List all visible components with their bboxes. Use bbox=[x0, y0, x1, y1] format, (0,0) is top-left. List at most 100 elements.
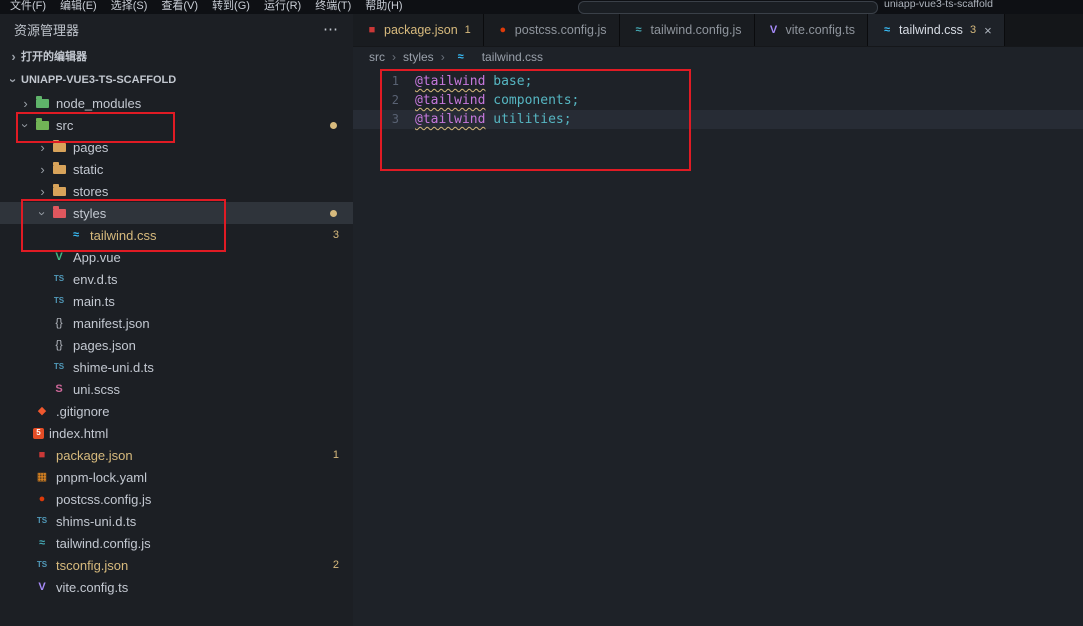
tree-item-main-ts[interactable]: TSmain.ts bbox=[0, 290, 353, 312]
menu-item-r[interactable]: 运行(R) bbox=[264, 0, 301, 13]
tree-item-label: index.html bbox=[49, 426, 108, 441]
breadcrumb: src›styles›≈tailwind.css bbox=[353, 46, 1083, 68]
tree-item-pages[interactable]: ›pages bbox=[0, 136, 353, 158]
json-icon: {} bbox=[50, 318, 68, 329]
code-line: 2@tailwind components; bbox=[353, 91, 1083, 110]
tree-item-label: shims-uni.d.ts bbox=[56, 514, 136, 529]
vite-icon: V bbox=[33, 582, 51, 593]
code-line: 3@tailwind utilities; bbox=[353, 110, 1083, 129]
tree-item-label: static bbox=[73, 162, 103, 177]
ts-icon: TS bbox=[33, 517, 51, 525]
tree-item-label: tsconfig.json bbox=[56, 558, 128, 573]
modified-dot bbox=[330, 122, 337, 129]
tree-item-styles[interactable]: ›styles bbox=[0, 202, 353, 224]
chevron-down-icon: › bbox=[19, 118, 32, 133]
tree-item-postcss-config-js[interactable]: ●postcss.config.js bbox=[0, 488, 353, 510]
tab-label: vite.config.ts bbox=[786, 23, 855, 37]
tree-item-pages-json[interactable]: {}pages.json bbox=[0, 334, 353, 356]
tree-item-static[interactable]: ›static bbox=[0, 158, 353, 180]
more-actions-icon[interactable]: ⋯ bbox=[323, 20, 339, 38]
tree-item-label: pages bbox=[73, 140, 108, 155]
tree-item-label: postcss.config.js bbox=[56, 492, 151, 507]
code-editor[interactable]: 1@tailwind base;2@tailwind components;3@… bbox=[353, 68, 1083, 626]
breadcrumb-item-src[interactable]: src bbox=[369, 50, 385, 64]
ts-icon: TS bbox=[33, 561, 51, 569]
modified-dot bbox=[330, 210, 337, 217]
tab-tailwind-css[interactable]: ≈tailwind.css3× bbox=[868, 14, 1005, 46]
tree-item-index-html[interactable]: 5index.html bbox=[0, 422, 353, 444]
tree-item-label: pnpm-lock.yaml bbox=[56, 470, 147, 485]
code-token-value: components; bbox=[485, 91, 579, 110]
tree-item-label: manifest.json bbox=[73, 316, 150, 331]
menu-item-s[interactable]: 选择(S) bbox=[111, 0, 148, 13]
problems-badge: 1 bbox=[333, 449, 339, 461]
vite-icon: V bbox=[767, 25, 781, 36]
file-tree: ›node_modules › src ›pages›static›stores›st… bbox=[0, 92, 353, 598]
folder-icon bbox=[50, 187, 68, 196]
code-token-value: base; bbox=[485, 72, 532, 91]
menu-item-v[interactable]: 查看(V) bbox=[161, 0, 198, 13]
ts-icon: TS bbox=[50, 363, 68, 371]
tree-item-label: vite.config.ts bbox=[56, 580, 128, 595]
line-number: 1 bbox=[353, 72, 415, 91]
tree-item-uni-scss[interactable]: Suni.scss bbox=[0, 378, 353, 400]
tab-vite-config-ts[interactable]: Vvite.config.ts bbox=[755, 14, 868, 46]
tree-item-label: App.vue bbox=[73, 250, 121, 265]
tree-item-stores[interactable]: ›stores bbox=[0, 180, 353, 202]
tree-item-label: stores bbox=[73, 184, 108, 199]
tree-item-label: .gitignore bbox=[56, 404, 109, 419]
tab-label: tailwind.css bbox=[899, 23, 963, 37]
tree-item-label: tailwind.config.js bbox=[56, 536, 151, 551]
tree-item-tailwind-config-js[interactable]: ≈tailwind.config.js bbox=[0, 532, 353, 554]
breadcrumb-item-styles[interactable]: styles bbox=[403, 50, 434, 64]
chevron-right-icon: › bbox=[6, 50, 21, 63]
breadcrumb-item-tailwind-css[interactable]: tailwind.css bbox=[482, 50, 543, 64]
tree-item-src[interactable]: › src bbox=[0, 114, 353, 136]
menu-item-e[interactable]: 编辑(E) bbox=[60, 0, 97, 13]
menu-item-f[interactable]: 文件(F) bbox=[10, 0, 46, 13]
tree-item-shims-uni-d-ts[interactable]: TS shims-uni.d.ts bbox=[0, 510, 353, 532]
code-token-directive: @tailwind bbox=[415, 72, 485, 91]
pnpm-icon: ▦ bbox=[33, 472, 51, 483]
tailwind-icon: ≈ bbox=[67, 230, 85, 241]
tree-item-label: uni.scss bbox=[73, 382, 120, 397]
tree-item-gitignore[interactable]: ◆ .gitignore bbox=[0, 400, 353, 422]
tree-item-shime-uni-d-ts[interactable]: TSshime-uni.d.ts bbox=[0, 356, 353, 378]
tree-item-pnpm-lock-yaml[interactable]: ▦ pnpm-lock.yaml bbox=[0, 466, 353, 488]
close-icon[interactable]: × bbox=[984, 23, 992, 38]
tree-item-label: tailwind.css bbox=[90, 228, 156, 243]
tree-item-tailwind-css[interactable]: ≈ tailwind.css 3 bbox=[0, 224, 353, 246]
tree-item-env-d-ts[interactable]: TSenv.d.ts bbox=[0, 268, 353, 290]
tree-item-label: pages.json bbox=[73, 338, 136, 353]
tree-item-tsconfig-json[interactable]: TStsconfig.json2 bbox=[0, 554, 353, 576]
code-token-directive: @tailwind bbox=[415, 91, 485, 110]
line-number: 3 bbox=[353, 110, 415, 129]
project-section-header[interactable]: › UNIAPP-VUE3-TS-SCAFFOLD bbox=[0, 68, 353, 92]
menu-item-g[interactable]: 转到(G) bbox=[212, 0, 250, 13]
folder-icon bbox=[33, 121, 51, 130]
command-center[interactable] bbox=[578, 1, 878, 14]
tab-postcss-config-js[interactable]: ●postcss.config.js bbox=[484, 14, 620, 46]
problems-badge: 3 bbox=[333, 229, 339, 241]
menu-item-h[interactable]: 帮助(H) bbox=[365, 0, 402, 13]
title-bar: 文件(F) 编辑(E) 选择(S) 查看(V) 转到(G) 运行(R) 终端(T) 帮助(H)… bbox=[0, 0, 1083, 14]
tree-item-node-modules[interactable]: ›node_modules bbox=[0, 92, 353, 114]
open-editors-section[interactable]: › 打开的编辑器 bbox=[0, 44, 353, 68]
npm-icon: ■ bbox=[33, 450, 51, 461]
tree-item-package-json[interactable]: ■ package.json 1 bbox=[0, 444, 353, 466]
menu-item-t[interactable]: 终端(T) bbox=[315, 0, 351, 13]
vue-icon: V bbox=[50, 252, 68, 263]
menu-bar: 文件(F) 编辑(E) 选择(S) 查看(V) 转到(G) 运行(R) 终端(T) 帮助(H) bbox=[10, 0, 403, 13]
tab-label: package.json bbox=[384, 23, 458, 37]
tree-item-label: src bbox=[56, 118, 73, 133]
tree-item-label: node_modules bbox=[56, 96, 141, 111]
tree-item-label: package.json bbox=[56, 448, 133, 463]
tree-item-vite-config-ts[interactable]: Vvite.config.ts bbox=[0, 576, 353, 598]
tab-package-json[interactable]: ■package.json1 bbox=[353, 14, 484, 46]
folder-icon bbox=[50, 165, 68, 174]
tree-item-manifest-json[interactable]: {} manifest.json bbox=[0, 312, 353, 334]
tab-tailwind-config-js[interactable]: ≈tailwind.config.js bbox=[620, 14, 755, 46]
git-icon: ◆ bbox=[33, 406, 51, 417]
explorer-header: 资源管理器 ⋯ bbox=[0, 14, 353, 44]
tree-item-app-vue[interactable]: V App.vue bbox=[0, 246, 353, 268]
